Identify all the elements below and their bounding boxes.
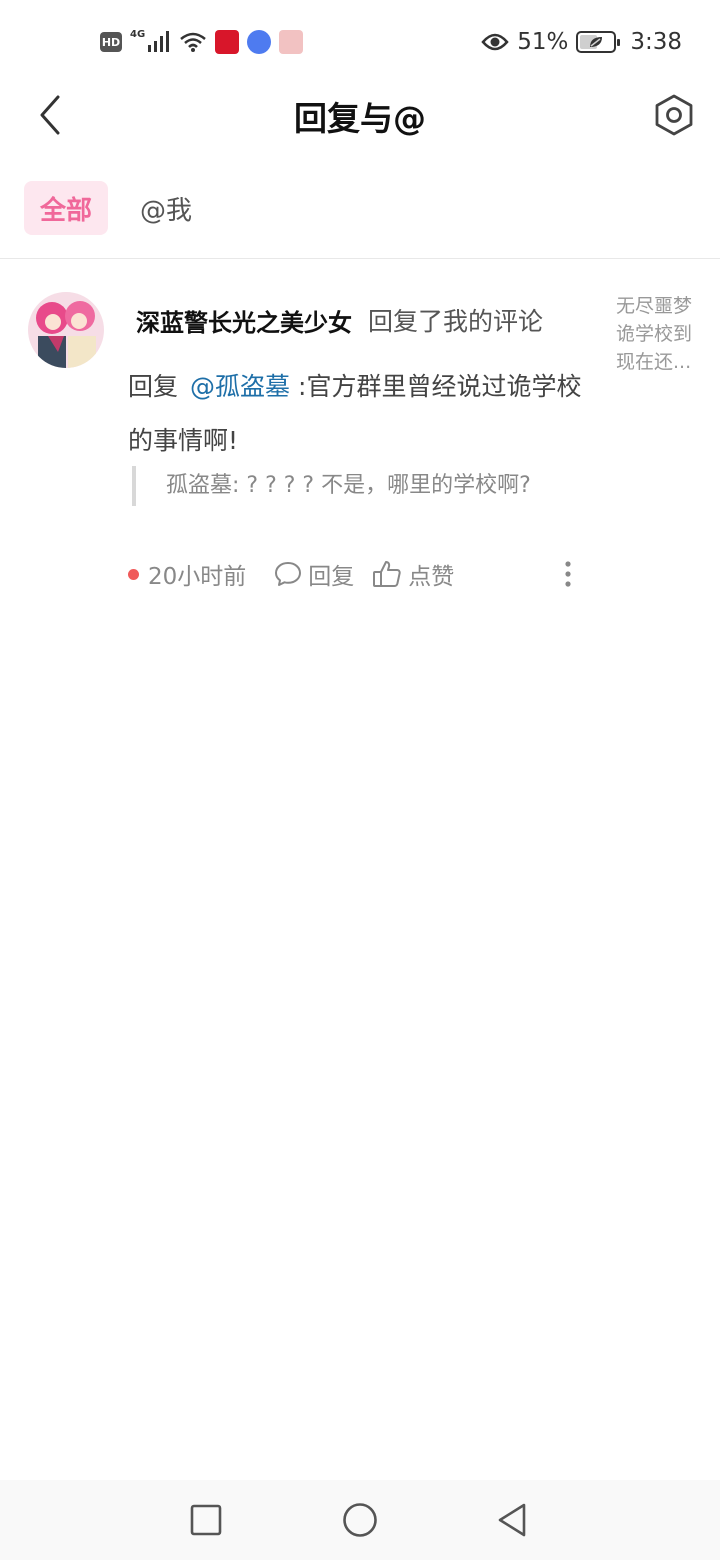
unread-dot [128, 568, 139, 580]
message-footer: 20小时前 回复 点赞 [128, 556, 578, 592]
reply-content: 回复 @孤盗墓:官方群里曾经说过诡学校的事情啊! [128, 360, 588, 468]
tab-bar: 全部 @我 [24, 181, 208, 235]
app-notification-icon [215, 30, 240, 54]
box-app-icon [279, 30, 304, 54]
divider [0, 258, 720, 259]
like-button[interactable]: 点赞 [372, 557, 454, 591]
mention-link[interactable]: @孤盗墓 [190, 372, 290, 401]
eye-icon [481, 33, 509, 51]
action-text: 回复了我的评论 [368, 307, 544, 336]
status-right-icons: 51% 3:38 [481, 26, 682, 58]
reply-prefix: 回复 [128, 372, 179, 401]
cellular-signal-icon [148, 31, 170, 52]
quoted-comment: 孤盗墓: ? ? ? ? 不是，哪里的学校啊? [132, 466, 562, 506]
triangle-back-icon [498, 1503, 526, 1537]
wifi-icon [180, 32, 206, 52]
more-vertical-icon [565, 561, 571, 587]
status-bar: HD 4G 51% 3:38 [0, 0, 720, 84]
recents-button[interactable] [184, 1498, 228, 1542]
message-header: 深蓝警长光之美少女 回复了我的评论 [136, 302, 543, 338]
avatar[interactable] [28, 292, 104, 368]
user-name[interactable]: 深蓝警长光之美少女 [136, 303, 352, 338]
timestamp: 20小时前 [148, 564, 247, 590]
comment-bubble-icon [275, 562, 302, 586]
circle-icon [343, 1503, 377, 1537]
network-type: 4G [130, 28, 146, 40]
more-options-button[interactable] [558, 556, 578, 592]
status-left-icons: HD 4G [100, 26, 304, 58]
battery-percent: 51% [517, 29, 569, 55]
tab-all[interactable]: 全部 [24, 181, 109, 235]
avatar-image [28, 292, 104, 368]
tab-mentions[interactable]: @我 [140, 181, 208, 235]
system-nav-bar [0, 1480, 720, 1560]
original-post-preview[interactable]: 无尽噩梦诡学校到现在还... [616, 292, 702, 376]
clock: 3:38 [630, 29, 682, 55]
leaf-icon [590, 37, 603, 47]
settings-button[interactable] [650, 90, 698, 140]
hexagon-settings-icon [655, 94, 693, 136]
back-nav-button[interactable] [490, 1498, 534, 1542]
reply-button[interactable]: 回复 [274, 557, 354, 591]
square-icon [190, 1504, 222, 1536]
thumbs-up-icon [373, 561, 401, 587]
battery-icon [576, 31, 621, 53]
home-button[interactable] [338, 1498, 382, 1542]
page-title: 回复与@ [294, 99, 426, 138]
hd-badge: HD [100, 32, 122, 52]
reply-label: 回复 [308, 564, 355, 590]
header: 回复与@ [0, 84, 720, 146]
music-app-icon [247, 30, 272, 54]
like-label: 点赞 [408, 564, 455, 590]
